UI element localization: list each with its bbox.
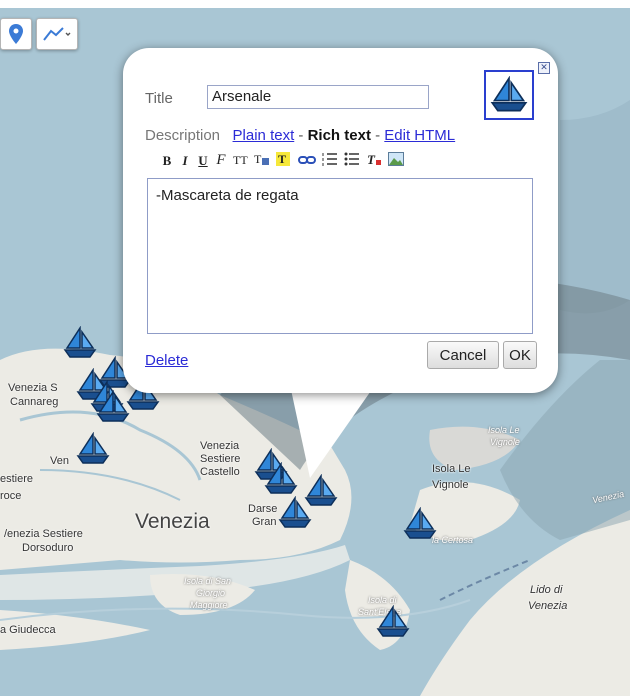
font-size-button[interactable]: TT xyxy=(233,153,248,168)
separator: - xyxy=(298,127,304,144)
map-label: Darse xyxy=(248,503,278,515)
title-label: Title xyxy=(145,90,173,107)
draw-line-button[interactable] xyxy=(36,18,78,50)
sailboat-marker-icon[interactable] xyxy=(376,605,410,639)
map-label: Gran xyxy=(252,516,277,528)
map-label: Isola Le xyxy=(488,425,520,435)
separator: - xyxy=(375,127,381,144)
text-color-icon[interactable]: T xyxy=(254,152,270,169)
description-row: Description Plain text - Rich text - Edi… xyxy=(145,127,455,144)
cancel-button[interactable]: Cancel xyxy=(427,341,499,369)
sailboat-marker-icon[interactable] xyxy=(403,507,437,541)
map-label: Isola Le xyxy=(432,463,471,475)
map-label: Lido di xyxy=(530,584,563,596)
map-label: la Certosa xyxy=(432,535,474,545)
map-label: Dorsoduro xyxy=(22,542,74,554)
title-input[interactable]: Arsenale xyxy=(207,85,429,109)
remove-format-icon[interactable]: T xyxy=(366,152,382,169)
map-label: Vignole xyxy=(490,437,520,447)
sailboat-marker-icon[interactable] xyxy=(264,462,298,496)
map-label: Isola di xyxy=(368,595,397,605)
sailboat-marker-icon[interactable] xyxy=(96,390,130,424)
add-placemark-button[interactable] xyxy=(0,18,32,50)
highlight-color-icon[interactable]: T xyxy=(275,152,292,169)
plain-text-link[interactable]: Plain text xyxy=(233,127,295,144)
map-toolbar xyxy=(0,18,78,50)
map-label: Maggiore xyxy=(190,600,228,610)
sailboat-icon xyxy=(491,77,527,112)
map-label: Cannareg xyxy=(10,396,59,408)
delete-link[interactable]: Delete xyxy=(145,352,188,369)
draw-line-icon xyxy=(43,27,71,41)
map-label: Ven xyxy=(50,455,69,467)
map-label-venezia: Venezia xyxy=(135,510,210,533)
format-toolbar: B I U F TT T T T xyxy=(161,152,404,169)
placemark-edit-dialog: ✕ Title Arsenale Description Plain text … xyxy=(123,48,558,393)
italic-button[interactable]: I xyxy=(179,153,191,169)
ok-button[interactable]: OK xyxy=(503,341,537,369)
numbered-list-icon[interactable] xyxy=(322,152,338,169)
map-label: Castello xyxy=(200,466,240,478)
insert-image-icon[interactable] xyxy=(387,152,404,169)
font-button[interactable]: F xyxy=(215,152,227,169)
map-label: Vignole xyxy=(432,479,469,491)
map-label: Isola di San xyxy=(184,576,232,586)
map-label: estiere xyxy=(0,473,34,485)
map-pin-icon xyxy=(9,24,23,44)
map-label: Sestiere xyxy=(200,453,241,465)
description-label: Description xyxy=(145,127,221,144)
svg-text:T: T xyxy=(254,152,262,166)
map-label: Giorgio xyxy=(196,588,226,598)
close-icon[interactable]: ✕ xyxy=(538,62,550,74)
map-label: Venezia xyxy=(200,440,240,452)
map-label: a Giudecca xyxy=(0,624,56,636)
svg-text:T: T xyxy=(367,152,376,166)
bold-button[interactable]: B xyxy=(161,153,173,169)
sailboat-marker-icon[interactable] xyxy=(63,326,97,360)
svg-text:T: T xyxy=(278,152,286,166)
link-icon[interactable] xyxy=(297,153,316,168)
map-label: roce xyxy=(0,490,22,502)
edit-html-link[interactable]: Edit HTML xyxy=(384,127,455,144)
description-editor[interactable]: -Mascareta de regata xyxy=(147,178,533,334)
map-label: Venezia S xyxy=(8,382,58,394)
underline-button[interactable]: U xyxy=(197,153,209,169)
map-label: Venezia xyxy=(528,600,568,612)
map-label: /enezia Sestiere xyxy=(4,528,83,540)
bullet-list-icon[interactable] xyxy=(344,152,360,169)
sailboat-marker-icon[interactable] xyxy=(278,496,312,530)
placemark-icon-picker[interactable] xyxy=(484,70,534,120)
rich-text-label: Rich text xyxy=(307,127,371,144)
sailboat-marker-icon[interactable] xyxy=(76,432,110,466)
